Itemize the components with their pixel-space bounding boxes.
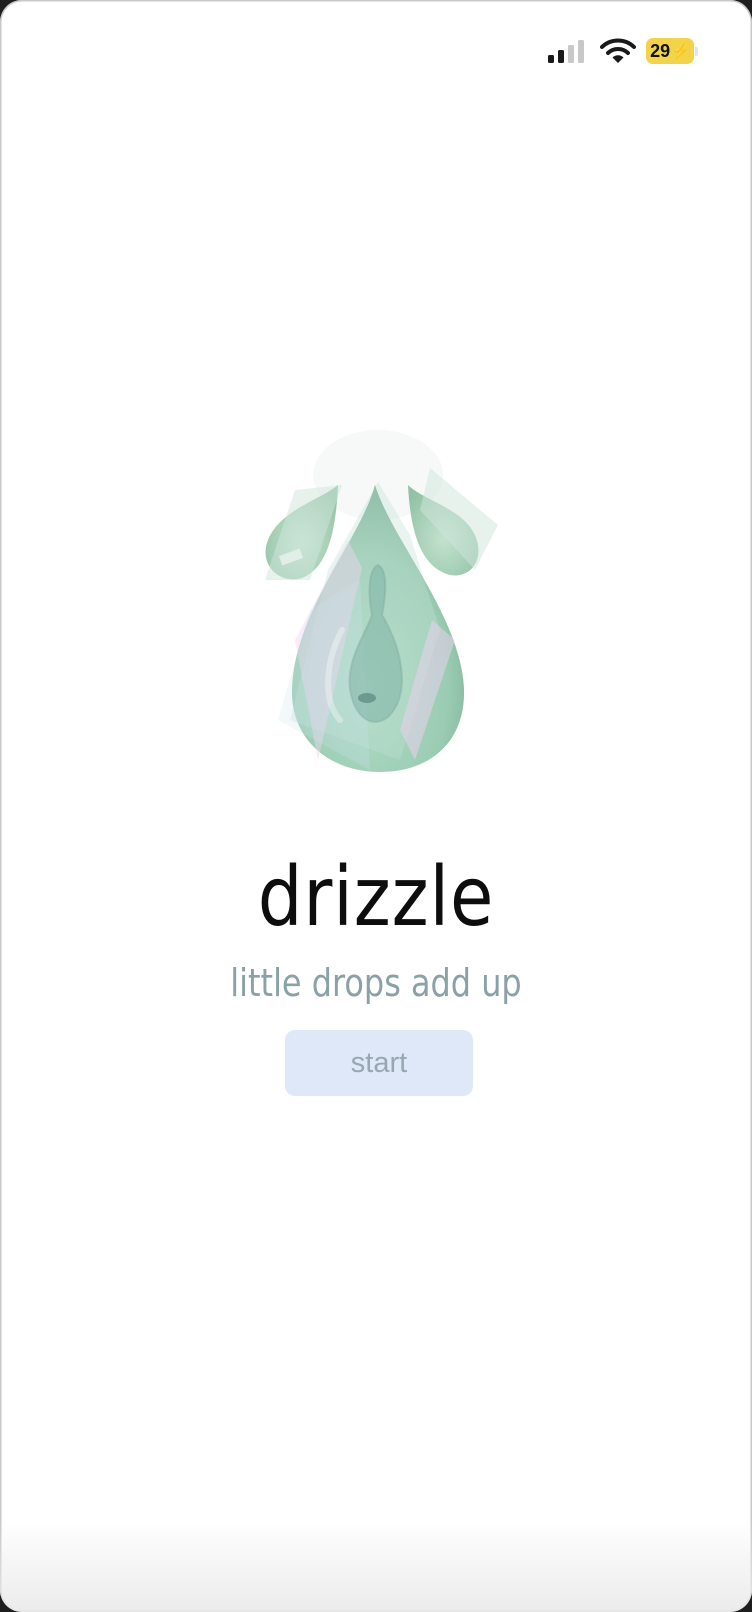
charging-bolt-icon: ⚡ (671, 43, 690, 60)
app-tagline: little drops add up (230, 961, 522, 1005)
app-screen: 29 ⚡ drizzle little drops add up start (0, 0, 752, 1612)
status-bar: 29 ⚡ (0, 0, 752, 100)
start-button[interactable]: start (285, 1030, 473, 1096)
bottom-fade (0, 1520, 752, 1612)
battery-level: 29 ⚡ (646, 38, 694, 64)
wifi-icon (600, 38, 636, 63)
app-title: drizzle (257, 850, 495, 945)
cellular-signal-icon (548, 40, 584, 63)
battery-indicator: 29 ⚡ (646, 37, 698, 65)
battery-cap (695, 46, 698, 56)
drizzle-raindrop-logo (265, 430, 498, 772)
battery-percent: 29 (650, 40, 671, 61)
